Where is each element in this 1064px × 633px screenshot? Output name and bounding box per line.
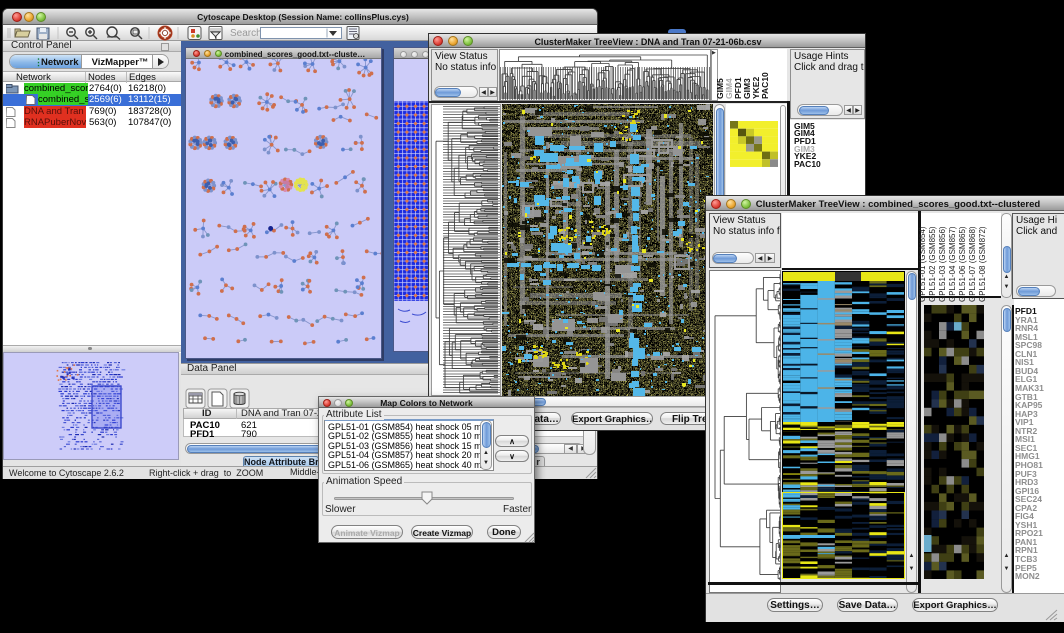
svg-text:Search:: Search: (230, 28, 264, 39)
